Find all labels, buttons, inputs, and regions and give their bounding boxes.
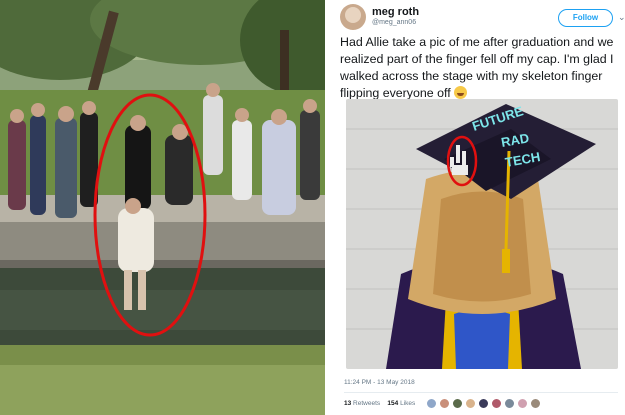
tweet-card: meg roth @meg_ann06 Follow ⌄ Had Allie t… — [330, 0, 625, 415]
avatar[interactable] — [478, 398, 489, 409]
avatar[interactable] — [452, 398, 463, 409]
tweet-stats: 13 Retweets 154 Likes — [344, 400, 415, 407]
avatar[interactable] — [340, 4, 366, 30]
likes-count[interactable]: 154 — [387, 400, 398, 407]
tweet-text: Had Allie take a pic of me after graduat… — [340, 34, 625, 102]
avatar[interactable] — [439, 398, 450, 409]
tweet-photo[interactable]: FUTURE RAD TECH — [346, 99, 618, 369]
retweets-label[interactable]: Retweets — [353, 400, 380, 407]
avatar[interactable] — [465, 398, 476, 409]
follow-button[interactable]: Follow — [558, 9, 613, 27]
avatar[interactable] — [491, 398, 502, 409]
tweet-header: meg roth @meg_ann06 Follow ⌄ — [340, 4, 625, 34]
chevron-down-icon[interactable]: ⌄ — [618, 12, 625, 23]
avatar[interactable] — [426, 398, 437, 409]
avatar[interactable] — [530, 398, 541, 409]
tweet-body: Had Allie take a pic of me after graduat… — [340, 35, 614, 100]
retweets-count[interactable]: 13 — [344, 400, 351, 407]
left-photo — [0, 0, 325, 415]
author-handle[interactable]: @meg_ann06 — [372, 19, 416, 26]
likes-label[interactable]: Likes — [400, 400, 415, 407]
liker-avatars — [426, 398, 541, 409]
author-name[interactable]: meg roth — [372, 6, 419, 18]
laughing-emoji-icon — [454, 86, 468, 99]
tweet-timestamp[interactable]: 11:24 PM - 13 May 2018 — [344, 379, 415, 386]
avatar[interactable] — [517, 398, 528, 409]
avatar[interactable] — [504, 398, 515, 409]
divider — [344, 392, 618, 393]
